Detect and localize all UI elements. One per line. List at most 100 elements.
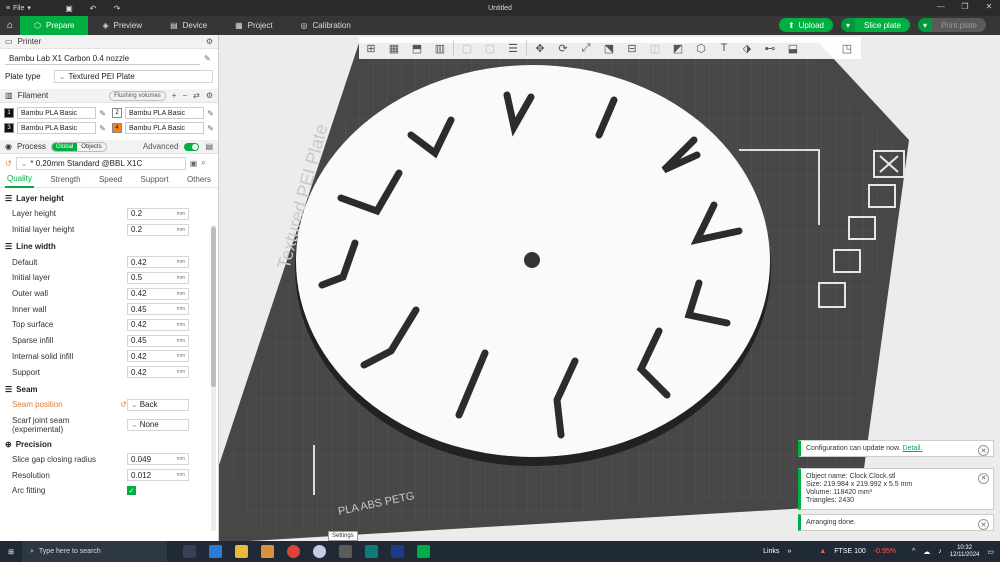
- text-icon[interactable]: T: [714, 39, 734, 57]
- upload-button[interactable]: ⬆ Upload: [778, 18, 834, 32]
- seam-position-select[interactable]: ⌄ Back: [127, 398, 189, 411]
- save-icon[interactable]: ▣: [190, 159, 198, 168]
- printer-select[interactable]: Bambu Lab X1 Carbon 0.4 nozzle: [5, 52, 200, 65]
- settings-scrollbar[interactable]: [211, 225, 216, 531]
- close-icon[interactable]: ✕: [978, 445, 989, 456]
- split-parts-icon[interactable]: ▢: [480, 39, 500, 57]
- tab-strength[interactable]: Strength: [48, 172, 82, 187]
- color-paint-icon[interactable]: ⬗: [737, 39, 757, 57]
- detail-link[interactable]: Detail.: [903, 445, 923, 452]
- close-button[interactable]: ✕: [984, 2, 994, 12]
- home-button[interactable]: ⌂: [0, 16, 20, 35]
- setting-input[interactable]: 0.5 mm: [127, 271, 189, 284]
- edit-icon[interactable]: ✎: [207, 124, 214, 133]
- print-plate-button[interactable]: Print plate: [931, 18, 986, 32]
- reset-icon[interactable]: ↺: [5, 159, 12, 168]
- edit-icon[interactable]: ✎: [204, 54, 211, 63]
- chrome-icon[interactable]: [287, 545, 300, 558]
- move-icon[interactable]: ✥: [530, 39, 550, 57]
- split-objects-icon[interactable]: ▢: [457, 39, 477, 57]
- mail-icon[interactable]: [209, 545, 222, 558]
- terminal-icon[interactable]: [365, 545, 378, 558]
- tab-speed[interactable]: Speed: [97, 172, 124, 187]
- 3d-viewport[interactable]: Textured PEI Plate PLA ABS PETG ⊞ ▦ ⬒ ▥ …: [219, 35, 1000, 541]
- print-dropdown-button[interactable]: ▾: [917, 18, 932, 32]
- media-icon[interactable]: [261, 545, 274, 558]
- process-preset-select[interactable]: ⌄ * 0.20mm Standard @BBL X1C: [15, 156, 186, 170]
- tab-project[interactable]: ▦ Project: [221, 16, 286, 35]
- plate-type-select[interactable]: ⌄ Textured PEI Plate: [53, 70, 213, 83]
- tab-device[interactable]: ▤ Device: [156, 16, 221, 35]
- boolean-icon[interactable]: ◫: [645, 39, 665, 57]
- tab-quality[interactable]: Quality: [5, 171, 34, 188]
- seam-paint-icon[interactable]: ⬡: [691, 39, 711, 57]
- flushing-volumes-button[interactable]: Flushing volumes: [109, 90, 166, 101]
- add-icon[interactable]: +: [172, 91, 177, 100]
- add-plate-icon[interactable]: ▦: [384, 39, 404, 57]
- measure-icon[interactable]: ⊷: [760, 39, 780, 57]
- setting-input[interactable]: 0.42 mm: [127, 350, 189, 363]
- scarf-seam-select[interactable]: ⌄ None: [127, 418, 189, 431]
- arrange-icon[interactable]: ▥: [430, 39, 450, 57]
- ticker-name[interactable]: FTSE 100: [834, 548, 866, 555]
- start-button[interactable]: ⊞: [0, 548, 22, 556]
- clock[interactable]: 10:32 12/11/2024: [950, 545, 980, 559]
- reset-icon[interactable]: ↺: [120, 400, 127, 409]
- view-icon[interactable]: ◳: [842, 42, 852, 55]
- bambu-studio-icon[interactable]: [417, 545, 430, 558]
- setting-input[interactable]: 0.2 mm: [127, 223, 189, 236]
- remove-icon[interactable]: −: [182, 91, 187, 100]
- search-icon[interactable]: ⌕: [201, 158, 205, 168]
- scrollbar-thumb[interactable]: [211, 227, 216, 387]
- compare-icon[interactable]: ▤: [205, 142, 213, 151]
- settings-icon[interactable]: [339, 545, 352, 558]
- tab-prepare[interactable]: ⬡ Prepare: [20, 16, 89, 35]
- arc-fitting-checkbox[interactable]: ✓: [127, 486, 136, 496]
- global-objects-toggle[interactable]: Global Objects: [50, 141, 107, 152]
- edit-icon[interactable]: ✎: [99, 109, 106, 118]
- app-icon[interactable]: [391, 545, 404, 558]
- tray-chevron-icon[interactable]: ^: [912, 548, 915, 555]
- setting-input[interactable]: 0.42 mm: [127, 366, 189, 379]
- cut-icon[interactable]: ⊟: [622, 39, 642, 57]
- task-view-icon[interactable]: [183, 545, 196, 558]
- setting-input[interactable]: 0.012 mm: [127, 469, 189, 482]
- tab-support[interactable]: Support: [139, 172, 171, 187]
- restore-button[interactable]: ❐: [960, 2, 970, 12]
- tab-others[interactable]: Others: [185, 172, 213, 187]
- advanced-toggle[interactable]: [184, 142, 200, 151]
- tab-calibration[interactable]: ◎ Calibration: [287, 16, 365, 35]
- setting-input[interactable]: 0.45 mm: [127, 334, 189, 347]
- cloud-icon[interactable]: ☁: [923, 548, 930, 556]
- layers-stack-icon[interactable]: ☰: [503, 39, 523, 57]
- redo-icon[interactable]: ↷: [112, 3, 122, 13]
- sync-icon[interactable]: ⇄: [193, 91, 200, 100]
- objects-option[interactable]: Objects: [77, 143, 105, 151]
- slice-plate-button[interactable]: Slice plate: [855, 18, 910, 32]
- auto-orient-icon[interactable]: ⬒: [407, 39, 427, 57]
- rotate-icon[interactable]: ⟳: [553, 39, 573, 57]
- speaker-icon[interactable]: ♪: [938, 548, 942, 555]
- setting-input[interactable]: 0.42 mm: [127, 318, 189, 331]
- setting-input[interactable]: 0.42 mm: [127, 287, 189, 300]
- setting-input[interactable]: 0.42 mm: [127, 256, 189, 269]
- minimize-button[interactable]: —: [936, 2, 946, 12]
- tab-preview[interactable]: ◈ Preview: [88, 16, 156, 35]
- links-label[interactable]: Links: [763, 548, 779, 555]
- filament-slot-2[interactable]: 2 Bambu PLA Basic ✎: [112, 107, 214, 119]
- app-icon[interactable]: [313, 545, 326, 558]
- close-icon[interactable]: ✕: [978, 473, 989, 484]
- global-option[interactable]: Global: [51, 142, 78, 151]
- setting-input[interactable]: 0.2 mm: [127, 207, 189, 220]
- close-icon[interactable]: ✕: [978, 519, 989, 530]
- support-paint-icon[interactable]: ◩: [668, 39, 688, 57]
- edit-icon[interactable]: ✎: [207, 109, 214, 118]
- file-menu[interactable]: ≡ File ▾: [0, 4, 50, 13]
- filament-slot-1[interactable]: 1 Bambu PLA Basic ✎: [4, 107, 106, 119]
- file-explorer-icon[interactable]: [235, 545, 248, 558]
- notifications-icon[interactable]: ▭: [987, 548, 994, 556]
- taskbar-search[interactable]: ⌕ Type here to search: [22, 541, 167, 562]
- setting-input[interactable]: 0.049 mm: [127, 453, 189, 466]
- gear-icon[interactable]: ⚙: [206, 37, 213, 46]
- assembly-icon[interactable]: ⬓: [783, 39, 803, 57]
